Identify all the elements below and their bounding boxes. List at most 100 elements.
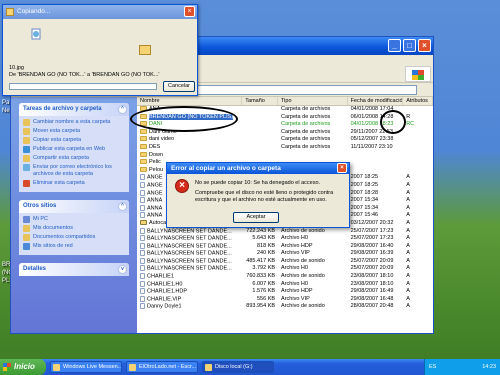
column-header-type[interactable]: Tipo [278,97,348,105]
file-name-cell: CHARLIE.VIP [137,295,242,304]
tasks-panel: Tareas de archivo y carpeta ^ Cambiar no… [19,103,129,192]
file-name: ANGE [147,189,163,196]
column-header-date[interactable]: Fecha de modificación [348,97,404,105]
file-attr-cell: A [406,227,410,234]
task-item[interactable]: Publicar esta carpeta en Web [23,146,125,153]
file-icon [140,227,145,234]
task-item[interactable]: Eliminar esta carpeta [23,180,125,187]
task-item[interactable]: Copiar esta carpeta [23,137,125,144]
file-name: dani video [149,136,175,143]
file-date-cell: 05/12/2007 23:38 [350,136,394,143]
file-row[interactable]: dani video Carpeta de archivos 05/12/2007 … [137,136,433,144]
file-size-cell: 760.833 KB [246,273,276,280]
file-icon [140,295,145,302]
details-header[interactable]: Detalles v [19,263,129,276]
minimize-button[interactable]: _ [388,39,401,52]
place-label: Documentos compartidos [33,234,96,240]
column-header-size[interactable]: Tamaño [242,97,279,105]
taskbar-button-messenger[interactable]: Windows Live Messen... [50,361,122,373]
clock[interactable]: 14:23 [482,359,496,375]
file-attr-cell [403,152,433,160]
file-row[interactable]: BALLYNASCREEN SET DANDE... 818 KB Archivo … [137,242,433,251]
file-size-cell: 722.243 KB [246,227,276,234]
close-button[interactable]: × [184,6,195,17]
desktop-icon-label[interactable]: Ne [2,108,10,115]
file-size-cell: 6.007 KB [252,280,276,287]
close-button[interactable]: × [337,163,347,173]
column-header-attributes[interactable]: Atributos [403,97,433,105]
taskbar-button-browser[interactable]: ElOtroLado.net - Escr... [126,361,198,373]
file-icon [140,204,145,211]
file-row[interactable]: CHARLIE.VIP 556 KB Archivo VIP 29/08/2007 1… [137,295,433,304]
file-name-cell: Danny Doyle1 [137,303,242,311]
task-item[interactable]: Compartir esta carpeta [23,155,125,162]
task-icon [23,180,30,187]
place-item[interactable]: Mis documentos [23,225,125,232]
file-row[interactable]: BALLYNASCREEN SET DANDE... 722.243 KB Arch… [137,227,433,236]
file-name-cell: dani video [137,136,242,144]
chevron-up-icon[interactable]: ^ [118,202,127,211]
accept-button[interactable]: Aceptar [233,212,279,223]
file-row[interactable]: CHARLIE1.H0 6.007 KB Archivo H0 23/08/2007 … [137,280,433,289]
file-attr-cell: A [406,280,410,287]
file-type-cell: Carpeta de archivos [281,136,331,143]
task-item[interactable]: Enviar por correo electrónico los archiv… [23,164,125,178]
file-name: BALLYNASCREEN SET DANDE... [147,265,232,272]
place-item[interactable]: Mis sitios de red [23,243,125,250]
file-date-cell: 2007 15:34 [350,197,379,204]
file-date-cell [348,167,404,175]
language-indicator[interactable]: ES [429,359,436,375]
file-size-cell: 1.576 KB [252,288,276,295]
file-name-cell: BALLYNASCREEN SET DANDE... [137,235,242,243]
close-button[interactable]: × [418,39,431,52]
task-label: Enviar por correo electrónico los archiv… [33,164,112,177]
file-name-cell: BALLYNASCREEN SET DANDE... [137,257,242,266]
start-button[interactable]: Inicio [0,359,46,375]
place-item[interactable]: Mi PC [23,216,125,223]
taskbar-button-explorer[interactable]: Disco local (G:) [202,361,274,373]
file-icon [140,288,145,295]
file-name: CHARLIE1.H0 [147,281,183,288]
file-attr-cell: A [406,257,410,264]
error-dialog-titlebar[interactable]: Error al copiar un archivo o carpeta × [167,163,349,174]
folder-icon [140,166,147,172]
details-title: Detalles [23,266,47,272]
file-icon [140,303,145,310]
tasks-panel-header[interactable]: Tareas de archivo y carpeta ^ [19,103,129,116]
task-item[interactable]: Cambiar nombre a esta carpeta [23,119,125,126]
file-size-cell [242,114,278,122]
copy-dialog-titlebar[interactable]: Copiando... × [3,5,197,19]
file-row[interactable]: BALLYNASCREEN SET DANDE... 5.643 KB Archiv… [137,235,433,243]
maximize-button[interactable]: □ [403,39,416,52]
file-row[interactable]: CHARLIE1 760.833 KB Archivo de sonido 23/08… [137,273,433,281]
error-detail: Compruebe que el disco no esté lleno o p… [195,190,334,203]
desktop-icon-label[interactable]: Pa [2,100,9,107]
file-attr-cell: A [406,242,410,249]
file-name: ANNA [147,212,163,219]
file-type-cell: Carpeta de archivos [281,121,331,128]
chevron-down-icon[interactable]: v [118,265,127,274]
file-size-cell: 240 KB [257,250,276,257]
file-type-cell: Archivo H0 [281,265,308,272]
file-row[interactable]: DES Carpeta de archivos 11/11/2007 23:10 [137,144,433,152]
file-size-cell: 5.643 KB [252,235,276,242]
cancel-button[interactable]: Cancelar [163,81,195,92]
file-row[interactable]: BALLYNASCREEN SET DANDE... 485.417 KB Arch… [137,257,433,266]
file-date-cell: 2007 15:34 [350,204,379,211]
file-size-cell [242,136,278,144]
file-row[interactable]: Down [137,152,433,160]
chevron-up-icon[interactable]: ^ [118,105,127,114]
file-attr-cell: A [406,273,410,280]
file-date-cell: 25/07/2007 20:09 [350,265,394,272]
file-row[interactable]: BALLYNASCREEN SET DANDE... 240 KB Archivo … [137,250,433,258]
other-places-header[interactable]: Otros sitios ^ [19,200,129,213]
place-label: Mis sitios de red [33,243,73,249]
file-row[interactable]: CHARLIE1.HDP 1.576 KB Archivo HDP 29/08/200… [137,288,433,296]
flying-document-icon [31,28,41,40]
column-header-name[interactable]: Nombre [137,97,243,105]
place-item[interactable]: Documentos compartidos [23,234,125,241]
file-row[interactable]: Danny Doyle1 893.954 KB Archivo de sonido 2… [137,303,433,311]
file-row[interactable]: BALLYNASCREEN SET DANDE... 3.792 KB Archiv… [137,265,433,273]
task-item[interactable]: Mover esta carpeta [23,128,125,135]
file-type-cell: Archivo VIP [281,295,310,302]
